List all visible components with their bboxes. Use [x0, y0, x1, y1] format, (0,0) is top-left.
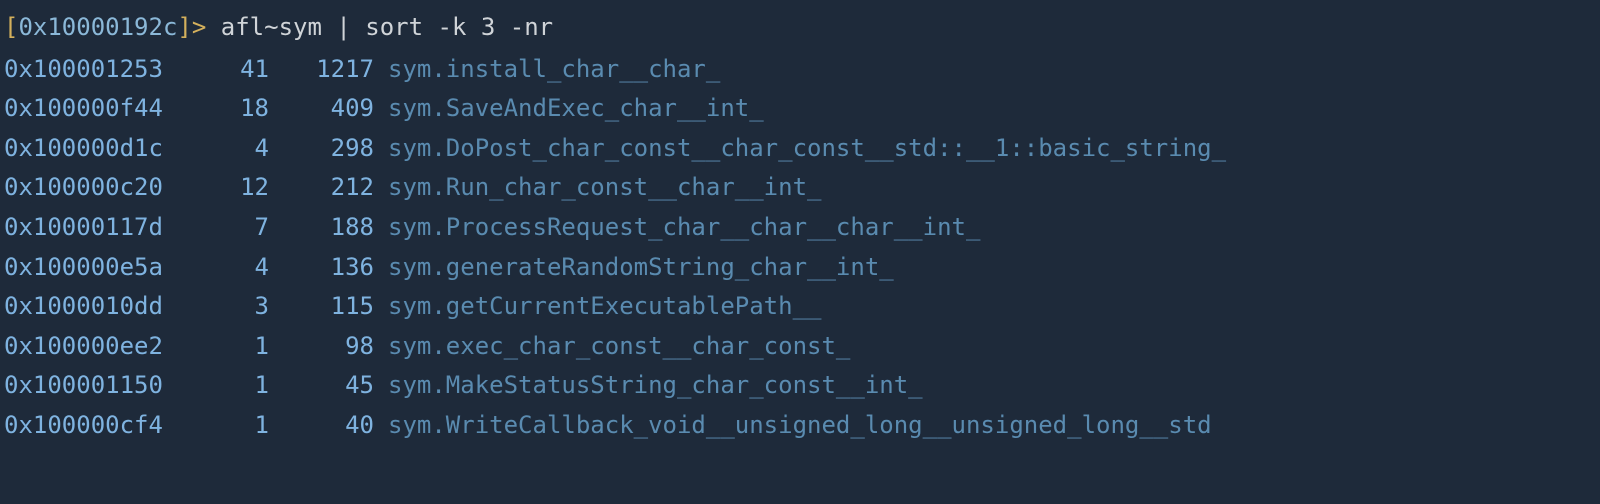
prompt-line[interactable]: [0x10000192c]> afl~sym | sort -k 3 -nr [4, 8, 1596, 48]
row-size: 1217 [269, 50, 374, 90]
row-size: 98 [269, 327, 374, 367]
row-symbol: sym.exec_char_const__char_const_ [374, 327, 850, 367]
row-blocks: 3 [194, 287, 269, 327]
row-address: 0x100000e5a [4, 248, 194, 288]
row-address: 0x100001150 [4, 366, 194, 406]
row-address: 0x1000010dd [4, 287, 194, 327]
table-row: 0x10000117d 7 188 sym.ProcessRequest_cha… [4, 208, 1596, 248]
prompt-close-bracket: ] [177, 13, 191, 41]
row-symbol: sym.generateRandomString_char__int_ [374, 248, 894, 288]
row-symbol: sym.MakeStatusString_char_const__int_ [374, 366, 923, 406]
row-blocks: 41 [194, 50, 269, 90]
prompt-open-bracket: [ [4, 13, 18, 41]
row-symbol: sym.WriteCallback_void__unsigned_long__u… [374, 406, 1212, 446]
command-text: afl~sym | sort -k 3 -nr [221, 13, 553, 41]
row-blocks: 18 [194, 89, 269, 129]
row-size: 212 [269, 168, 374, 208]
table-row: 0x100001150 1 45 sym.MakeStatusString_ch… [4, 366, 1596, 406]
row-address: 0x100000ee2 [4, 327, 194, 367]
prompt-address: 0x10000192c [18, 13, 177, 41]
row-blocks: 7 [194, 208, 269, 248]
table-row: 0x100000f44 18 409 sym.SaveAndExec_char_… [4, 89, 1596, 129]
row-address: 0x10000117d [4, 208, 194, 248]
table-row: 0x100000e5a 4 136 sym.generateRandomStri… [4, 248, 1596, 288]
row-blocks: 4 [194, 248, 269, 288]
prompt-gt: > [192, 13, 206, 41]
row-size: 40 [269, 406, 374, 446]
row-blocks: 12 [194, 168, 269, 208]
row-size: 409 [269, 89, 374, 129]
row-symbol: sym.Run_char_const__char__int_ [374, 168, 821, 208]
row-address: 0x100000d1c [4, 129, 194, 169]
table-row: 0x1000010dd 3 115 sym.getCurrentExecutab… [4, 287, 1596, 327]
table-row: 0x100000d1c 4 298 sym.DoPost_char_const_… [4, 129, 1596, 169]
row-address: 0x100001253 [4, 50, 194, 90]
table-row: 0x100000cf4 1 40 sym.WriteCallback_void_… [4, 406, 1596, 446]
row-symbol: sym.getCurrentExecutablePath__ [374, 287, 821, 327]
row-size: 45 [269, 366, 374, 406]
row-blocks: 1 [194, 327, 269, 367]
row-size: 136 [269, 248, 374, 288]
row-blocks: 1 [194, 406, 269, 446]
table-row: 0x100000ee2 1 98 sym.exec_char_const__ch… [4, 327, 1596, 367]
row-symbol: sym.install_char__char_ [374, 50, 720, 90]
row-size: 188 [269, 208, 374, 248]
row-symbol: sym.ProcessRequest_char__char__char__int… [374, 208, 980, 248]
row-symbol: sym.SaveAndExec_char__int_ [374, 89, 764, 129]
row-address: 0x100000c20 [4, 168, 194, 208]
table-row: 0x100000c20 12 212 sym.Run_char_const__c… [4, 168, 1596, 208]
row-size: 298 [269, 129, 374, 169]
table-row: 0x100001253 41 1217 sym.install_char__ch… [4, 50, 1596, 90]
row-symbol: sym.DoPost_char_const__char_const__std::… [374, 129, 1226, 169]
row-size: 115 [269, 287, 374, 327]
row-address: 0x100000f44 [4, 89, 194, 129]
row-address: 0x100000cf4 [4, 406, 194, 446]
row-blocks: 1 [194, 366, 269, 406]
row-blocks: 4 [194, 129, 269, 169]
